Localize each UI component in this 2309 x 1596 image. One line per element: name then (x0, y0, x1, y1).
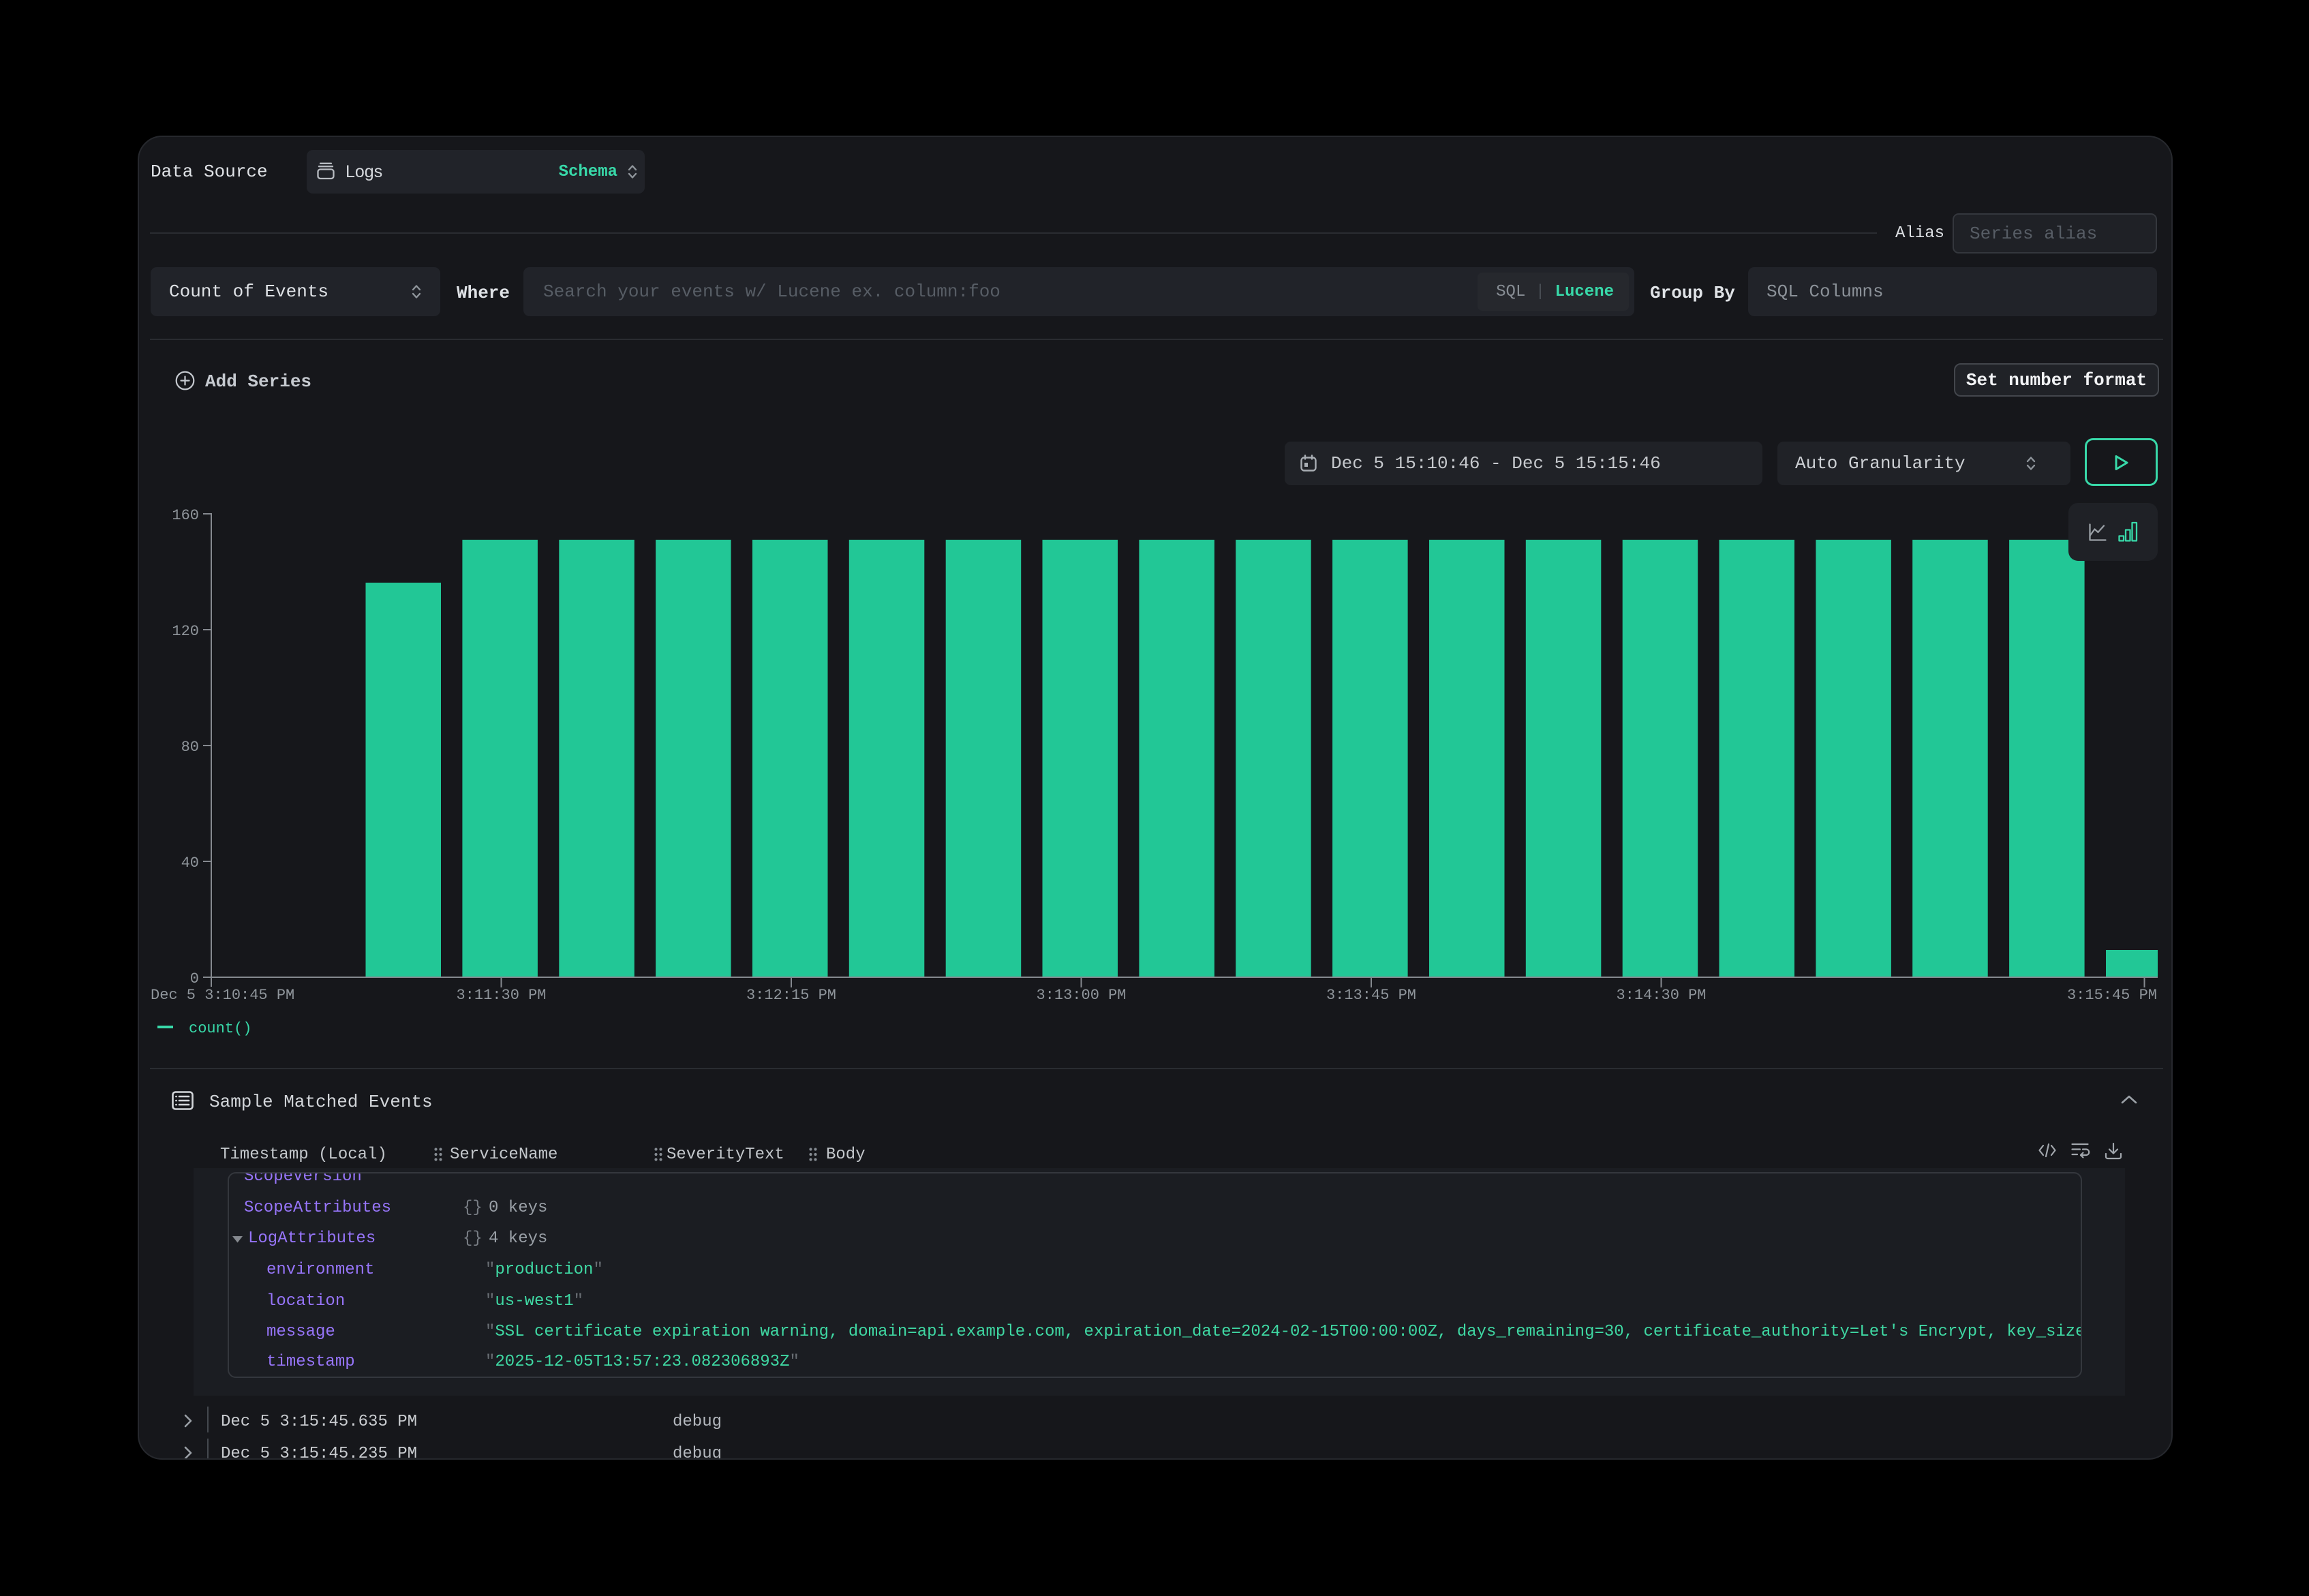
svg-text:3:14:30 PM: 3:14:30 PM (1616, 987, 1706, 1004)
svg-text:3:12:15 PM: 3:12:15 PM (746, 987, 836, 1004)
svg-text:0: 0 (190, 970, 199, 987)
svg-text:120: 120 (172, 623, 199, 640)
svg-text:3:13:45 PM: 3:13:45 PM (1326, 987, 1416, 1004)
svg-text:3:15:45 PM: 3:15:45 PM (2067, 987, 2157, 1004)
svg-text:3:11:30 PM: 3:11:30 PM (456, 987, 546, 1004)
svg-text:160: 160 (172, 507, 199, 524)
svg-text:count(): count() (189, 1020, 251, 1037)
svg-text:80: 80 (181, 739, 199, 756)
svg-text:3:13:00 PM: 3:13:00 PM (1036, 987, 1126, 1004)
svg-text:40: 40 (181, 855, 199, 872)
svg-text:Dec 5 3:10:45 PM: Dec 5 3:10:45 PM (151, 987, 294, 1004)
